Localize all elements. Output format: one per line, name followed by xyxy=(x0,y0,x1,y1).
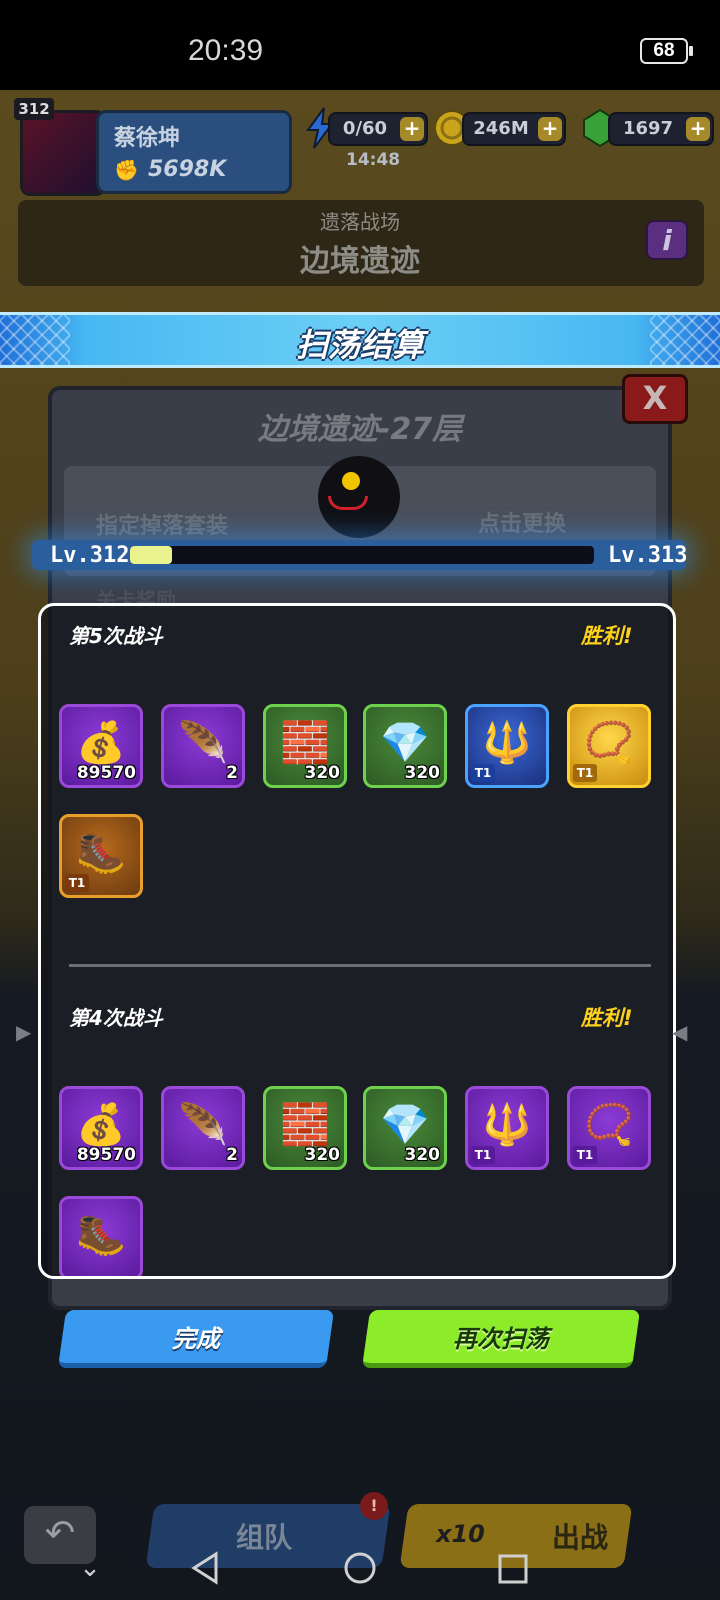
item-quantity: 89570 xyxy=(76,1145,136,1165)
tier-badge: T1 xyxy=(573,1146,597,1164)
fist-icon: ✊ xyxy=(114,158,139,182)
gold-amulet-icon: 📿 xyxy=(584,720,634,766)
green-crystal-icon: 💎 xyxy=(380,720,430,766)
tier-badge: T1 xyxy=(471,764,495,782)
purple-feather-icon: 🪶 xyxy=(178,720,228,766)
spiked-boots-item[interactable]: 🥾 T1 xyxy=(59,814,143,898)
gold-coins-item[interactable]: 💰 89570 xyxy=(59,704,143,788)
gem-counter: 1697 + xyxy=(608,112,714,146)
gold-coins-icon: 💰 xyxy=(76,720,126,766)
green-crystal-item[interactable]: 💎 320 xyxy=(363,704,447,788)
dialog-title: 边境遗迹-27层 xyxy=(257,412,463,447)
gold-coins-icon: 💰 xyxy=(76,1102,126,1148)
tier-badge: T1 xyxy=(65,874,89,892)
item-quantity: 2 xyxy=(226,763,238,783)
fight-label: 出战 xyxy=(552,1521,609,1554)
purple-feather-item[interactable]: 🪶 2 xyxy=(161,704,245,788)
sweep-result-title: 扫荡结算 xyxy=(295,326,424,364)
info-button[interactable]: i xyxy=(646,220,688,260)
silver-ingot-icon: 🧱 xyxy=(280,720,330,766)
change-set-button[interactable]: 点击更换 xyxy=(478,506,566,538)
sweep-again-button[interactable]: 再次扫荡 xyxy=(361,1310,641,1368)
level-next: Lv.313 xyxy=(608,543,688,568)
victory-label: 胜利! xyxy=(581,624,633,648)
close-button[interactable]: X xyxy=(622,374,688,424)
gold-coins-item[interactable]: 💰 89570 xyxy=(59,1086,143,1170)
spiked-boots-icon: 🥾 xyxy=(76,1212,126,1258)
item-quantity: 320 xyxy=(304,763,341,783)
team-label: 组队 xyxy=(236,1521,293,1554)
level-fill xyxy=(130,546,172,564)
energy-timer: 14:48 xyxy=(346,150,401,170)
trident-weapon-item[interactable]: 🔱 T1 xyxy=(465,1086,549,1170)
battle-label: 第4次战斗 xyxy=(69,1006,163,1030)
spiked-boots-icon: 🥾 xyxy=(76,830,126,876)
mascot-eye xyxy=(342,472,360,490)
drop-set-label: 指定掉落套装 xyxy=(96,514,229,539)
right-arrow-icon: ◀ xyxy=(672,1020,688,1044)
silver-ingot-item[interactable]: 🧱 320 xyxy=(263,704,347,788)
item-quantity: 320 xyxy=(404,1145,441,1165)
gold-amulet-item[interactable]: 📿 T1 xyxy=(567,704,651,788)
level-track xyxy=(130,546,594,564)
silver-ingot-item[interactable]: 🧱 320 xyxy=(263,1086,347,1170)
stage-category: 遗落战场 xyxy=(320,210,400,234)
purple-feather-icon: 🪶 xyxy=(178,1102,228,1148)
item-quantity: 89570 xyxy=(76,763,136,783)
level-current: Lv.312 xyxy=(50,543,130,568)
battle-label: 第5次战斗 xyxy=(69,624,163,648)
item-quantity: 2 xyxy=(226,1145,238,1165)
item-quantity: 320 xyxy=(304,1145,341,1165)
add-gems-button[interactable]: + xyxy=(686,117,710,141)
silver-ingot-icon: 🧱 xyxy=(280,1102,330,1148)
victory-label: 胜利! xyxy=(581,1006,633,1030)
player-name: 蔡徐坤 xyxy=(114,126,181,151)
left-arrow-icon: ▶ xyxy=(16,1020,32,1044)
item-quantity: 320 xyxy=(404,763,441,783)
battery-indicator: 68 xyxy=(640,38,693,64)
done-button[interactable]: 完成 xyxy=(57,1310,335,1368)
clock: 20:39 xyxy=(188,34,264,67)
green-crystal-item[interactable]: 💎 320 xyxy=(363,1086,447,1170)
status-bar: 20:39 68 xyxy=(0,0,720,90)
blue-amulet-item[interactable]: 📿 T1 xyxy=(567,1086,651,1170)
alert-badge-icon: ! xyxy=(360,1492,388,1520)
player-avatar[interactable] xyxy=(20,110,106,196)
player-power: 5698K xyxy=(148,157,227,182)
tier-badge: T1 xyxy=(573,764,597,782)
chevron-down-icon[interactable]: ⌄ xyxy=(70,1548,110,1588)
nav-back-icon[interactable] xyxy=(186,1548,226,1588)
stage-name: 边境遗迹 xyxy=(300,244,420,279)
fight-cost: x10 xyxy=(436,1520,485,1548)
trident-weapon-icon: 🔱 xyxy=(482,1102,532,1148)
nav-home-icon[interactable] xyxy=(340,1548,380,1588)
add-gold-button[interactable]: + xyxy=(538,117,562,141)
nav-recents-icon[interactable] xyxy=(492,1548,532,1588)
blue-amulet-icon: 📿 xyxy=(584,1102,634,1148)
sweep-results-panel[interactable]: 第5次战斗 胜利! 💰 89570 🪶 2 🧱 320 💎 320 🔱 T1 📿 T1 🥾 T1 第4次战斗 胜利… xyxy=(38,603,676,1279)
add-energy-button[interactable]: + xyxy=(400,117,424,141)
section-divider xyxy=(69,964,651,967)
purple-feather-item[interactable]: 🪶 2 xyxy=(161,1086,245,1170)
crystal-scepter-item[interactable]: 🔱 T1 xyxy=(465,704,549,788)
energy-counter: 0/60 + xyxy=(328,112,428,146)
player-level: 312 xyxy=(14,98,54,120)
crystal-scepter-icon: 🔱 xyxy=(482,720,532,766)
spiked-boots-item[interactable]: 🥾 xyxy=(59,1196,143,1276)
gold-counter: 246M + xyxy=(462,112,566,146)
tier-badge: T1 xyxy=(471,1146,495,1164)
green-crystal-icon: 💎 xyxy=(380,1102,430,1148)
